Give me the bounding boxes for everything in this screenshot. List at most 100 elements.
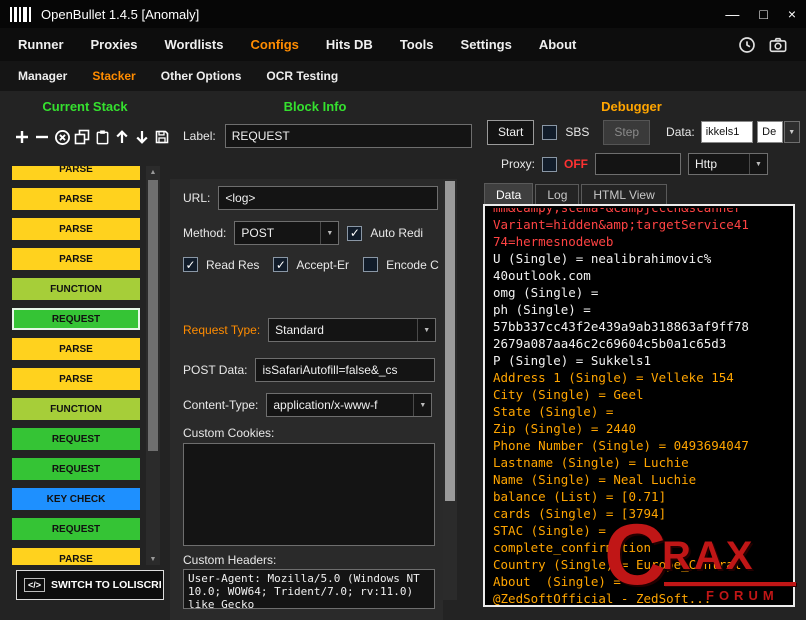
move-down-icon[interactable]	[133, 127, 151, 147]
stack-list: PARSE PARSE PARSE PARSE FUNCTION REQUEST…	[12, 166, 140, 565]
log-line: omg (Single) =	[493, 284, 791, 301]
log-line: complete_confirmation	[493, 539, 791, 556]
clone-block-icon[interactable]	[73, 127, 91, 147]
request-type-caption: Request Type:	[183, 323, 260, 337]
alarm-icon[interactable]	[738, 36, 756, 54]
proxy-status: OFF	[564, 157, 588, 171]
current-stack-title: Current Stack	[0, 99, 170, 114]
chevron-down-icon[interactable]	[784, 121, 800, 143]
debugger-log: mm&campy;scema-&campjcccn&scanner Varian…	[493, 208, 791, 605]
proxy-caption: Proxy:	[501, 157, 535, 171]
debugger-tabs: Data Log HTML View	[484, 183, 669, 206]
block-info-title: Block Info	[170, 99, 460, 114]
encode-content-checkbox[interactable]	[363, 257, 378, 272]
proxy-checkbox[interactable]	[542, 157, 557, 172]
stack-block[interactable]: PARSE	[12, 218, 140, 240]
stack-block[interactable]: PARSE	[12, 188, 140, 210]
menu-item-hitsdb[interactable]: Hits DB	[326, 37, 373, 52]
wordlist-type-combo[interactable]: De	[757, 121, 782, 143]
log-line: mm&campy;scema-&campjcccn&scanner	[493, 208, 791, 216]
minimize-button[interactable]: —	[725, 7, 739, 21]
clear-stack-icon[interactable]	[53, 127, 71, 147]
submenu-item-manager[interactable]: Manager	[18, 69, 67, 83]
move-up-icon[interactable]	[113, 127, 131, 147]
menu-item-about[interactable]: About	[539, 37, 577, 52]
stack-block[interactable]: PARSE	[12, 338, 140, 360]
block-label-input[interactable]	[225, 124, 472, 148]
stack-scrollbar[interactable]	[146, 166, 160, 565]
chevron-down-icon	[413, 394, 431, 416]
post-data-input[interactable]	[255, 358, 435, 382]
menu-item-wordlists[interactable]: Wordlists	[164, 37, 223, 52]
stack-block-selected[interactable]: REQUEST	[12, 308, 140, 330]
log-line: Phone Number (Single) = 0493694047	[493, 437, 791, 454]
log-line: Address 1 (Single) = Velleke 154	[493, 369, 791, 386]
app-window: OpenBullet 1.4.5 [Anomaly] — □ × Runner …	[0, 0, 806, 620]
post-data-caption: POST Data:	[183, 363, 247, 377]
stack-block[interactable]: PARSE	[12, 248, 140, 270]
switch-to-loliscript-button[interactable]: </> SWITCH TO LOLISCRI	[16, 570, 164, 600]
tab-data[interactable]: Data	[484, 183, 533, 206]
stack-block[interactable]: REQUEST	[12, 518, 140, 540]
log-line: Country (Single) = Europe_Central	[493, 556, 791, 573]
custom-cookies-textarea[interactable]	[183, 443, 435, 546]
menu-item-runner[interactable]: Runner	[18, 37, 64, 52]
menu-item-proxies[interactable]: Proxies	[91, 37, 138, 52]
sbs-caption: SBS	[565, 125, 589, 139]
stack-block[interactable]: REQUEST	[12, 458, 140, 480]
title-bar: OpenBullet 1.4.5 [Anomaly] — □ ×	[0, 0, 806, 28]
custom-headers-textarea[interactable]: User-Agent: Mozilla/5.0 (Windows NT 10.0…	[183, 569, 435, 609]
add-block-icon[interactable]	[13, 127, 31, 147]
log-line: City (Single) = Geel	[493, 386, 791, 403]
block-info-panel: URL: Method: POST Auto Redi Read Res Acc…	[170, 179, 443, 620]
tab-log[interactable]: Log	[535, 184, 579, 206]
sbs-checkbox[interactable]	[542, 125, 557, 140]
request-type-select[interactable]: Standard	[268, 318, 436, 342]
log-line: balance (List) = [0.71]	[493, 488, 791, 505]
proxy-type-select[interactable]: Http	[688, 153, 768, 175]
scroll-down-icon[interactable]	[146, 553, 160, 565]
submenu-item-other-options[interactable]: Other Options	[161, 69, 242, 83]
start-button[interactable]: Start	[487, 120, 534, 145]
submenu-item-stacker[interactable]: Stacker	[92, 69, 135, 83]
proxy-input[interactable]	[595, 153, 681, 175]
stack-block[interactable]: KEY CHECK	[12, 488, 140, 510]
accept-encoding-caption: Accept-Er	[296, 258, 349, 272]
app-logo-icon	[10, 7, 31, 22]
maximize-button[interactable]: □	[759, 7, 767, 21]
scrollbar-thumb[interactable]	[445, 181, 455, 501]
url-input[interactable]	[218, 186, 438, 210]
label-caption: Label:	[183, 129, 216, 143]
tab-html-view[interactable]: HTML View	[581, 184, 666, 206]
debugger-panel: Start SBS Step Data: ikkels1 De Proxy: O…	[457, 91, 806, 620]
stack-block[interactable]: FUNCTION	[12, 398, 140, 420]
log-line: 40outlook.com	[493, 267, 791, 284]
step-button[interactable]: Step	[603, 120, 650, 145]
log-line: @ZedSoftOfficial - ZedSoft...	[493, 590, 791, 605]
screenshot-icon[interactable]	[768, 36, 788, 54]
stack-block[interactable]: FUNCTION	[12, 278, 140, 300]
menu-item-tools[interactable]: Tools	[400, 37, 434, 52]
custom-headers-caption: Custom Headers:	[183, 553, 276, 567]
scroll-up-icon[interactable]	[146, 166, 160, 178]
remove-block-icon[interactable]	[33, 127, 51, 147]
stack-block[interactable]: REQUEST	[12, 428, 140, 450]
stack-block[interactable]: PARSE	[12, 368, 140, 390]
close-button[interactable]: ×	[788, 7, 796, 21]
save-config-icon[interactable]	[153, 127, 171, 147]
debugger-log-panel[interactable]: mm&campy;scema-&campjcccn&scanner Varian…	[483, 204, 795, 607]
content-type-select[interactable]: application/x-www-f	[266, 393, 432, 417]
data-wordlist-combo[interactable]: ikkels1	[701, 121, 753, 143]
method-select[interactable]: POST	[234, 221, 339, 245]
submenu-item-ocr-testing[interactable]: OCR Testing	[266, 69, 338, 83]
block-info-scrollbar[interactable]	[443, 179, 457, 600]
stack-block[interactable]: PARSE	[12, 548, 140, 565]
stack-block[interactable]: PARSE	[12, 166, 140, 180]
auto-redirect-checkbox[interactable]	[347, 226, 362, 241]
menu-item-configs[interactable]: Configs	[250, 37, 298, 52]
paste-block-icon[interactable]	[93, 127, 111, 147]
accept-encoding-checkbox[interactable]	[273, 257, 288, 272]
menu-item-settings[interactable]: Settings	[461, 37, 512, 52]
read-response-checkbox[interactable]	[183, 257, 198, 272]
scrollbar-thumb[interactable]	[148, 180, 158, 451]
